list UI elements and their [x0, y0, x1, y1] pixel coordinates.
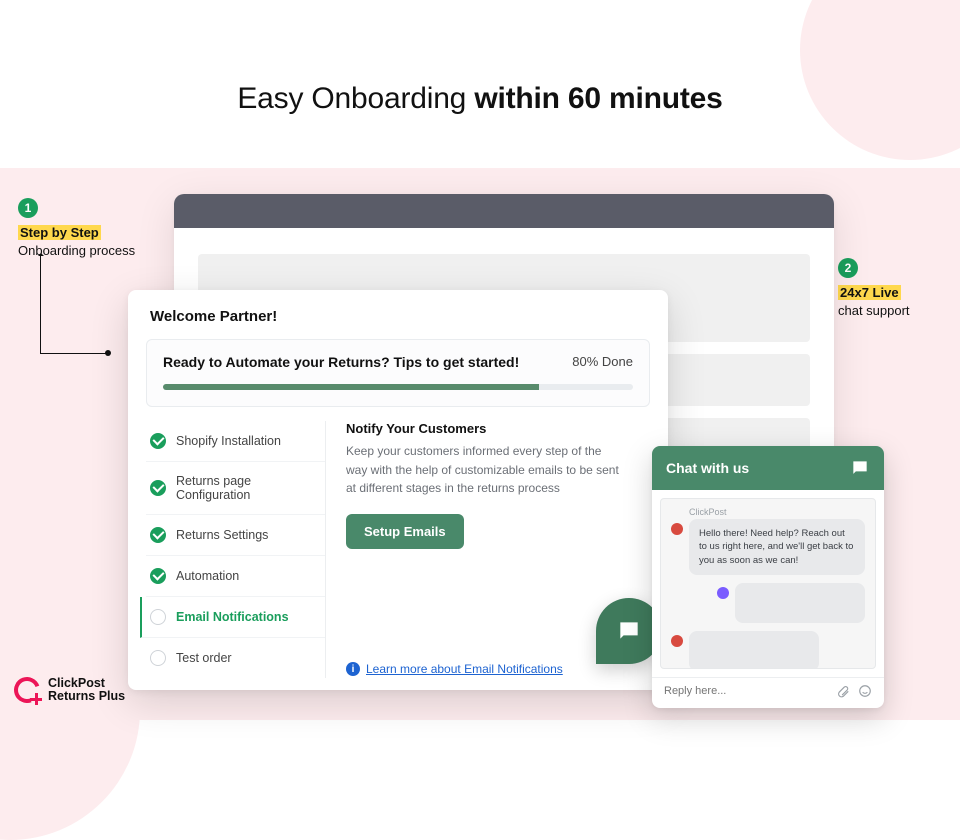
avatar — [671, 635, 683, 647]
callout-step-2: 2 24x7 Live chat support — [838, 258, 910, 319]
detail-body: Keep your customers informed every step … — [346, 442, 626, 498]
progress-bar-fill — [163, 384, 539, 390]
headline-light: Easy Onboarding — [237, 82, 474, 115]
onboarding-card: Welcome Partner! Ready to Automate your … — [128, 290, 668, 690]
callout2-highlight: 24x7 Live — [838, 285, 901, 300]
brand-text: ClickPost Returns Plus — [48, 677, 125, 705]
brand-lockup: ClickPost Returns Plus — [14, 677, 125, 705]
brand-logo-icon — [14, 677, 40, 703]
chat-body: ClickPost Hello there! Need help? Reach … — [660, 498, 876, 669]
step-label: Returns page Configuration — [176, 474, 315, 502]
chat-title: Chat with us — [666, 460, 749, 476]
attachment-icon[interactable] — [836, 684, 850, 698]
onboarding-steps-list: Shopify Installation Returns page Configu… — [146, 421, 326, 678]
learn-more-link[interactable]: Learn more about Email Notifications — [366, 662, 563, 676]
check-circle-icon — [150, 480, 166, 496]
detail-title: Notify Your Customers — [346, 421, 644, 436]
step-label: Test order — [176, 651, 232, 665]
step-label: Email Notifications — [176, 610, 289, 624]
callout-step-1: 1 Step by Step Onboarding process — [18, 198, 135, 259]
connector-arrow-1 — [40, 254, 110, 354]
headline-bold: within 60 minutes — [474, 82, 722, 115]
step-label: Automation — [176, 569, 239, 583]
chat-panel: Chat with us ClickPost Hello there! Need… — [652, 446, 884, 708]
chat-reply-input[interactable] — [664, 685, 828, 697]
chat-message-placeholder — [735, 583, 865, 623]
step-badge-2: 2 — [838, 258, 858, 278]
welcome-heading: Welcome Partner! — [128, 290, 668, 331]
check-circle-icon — [150, 527, 166, 543]
brand-line1: ClickPost — [48, 677, 125, 691]
tips-title: Ready to Automate your Returns? Tips to … — [163, 354, 633, 370]
step-label: Returns Settings — [176, 528, 268, 542]
browser-titlebar — [174, 194, 834, 228]
onboarding-step[interactable]: Test order — [146, 638, 325, 678]
brand-line2: Returns Plus — [48, 690, 125, 704]
onboarding-step[interactable]: Email Notifications — [140, 597, 325, 638]
chat-message: Hello there! Need help? Reach out to us … — [689, 519, 865, 575]
page-title: Easy Onboarding within 60 minutes — [0, 82, 960, 116]
callout2-text: chat support — [838, 302, 910, 320]
chat-sender: ClickPost — [689, 507, 865, 517]
progress-label: 80% Done — [572, 354, 633, 369]
bg-blob-top-right — [800, 0, 960, 160]
avatar — [671, 523, 683, 535]
emoji-icon[interactable] — [858, 684, 872, 698]
chat-icon — [850, 458, 870, 478]
radio-icon — [150, 650, 166, 666]
avatar — [717, 587, 729, 599]
check-circle-icon — [150, 568, 166, 584]
onboarding-step[interactable]: Shopify Installation — [146, 421, 325, 462]
chat-header: Chat with us — [652, 446, 884, 490]
chat-message-placeholder — [689, 631, 819, 669]
onboarding-step[interactable]: Returns Settings — [146, 515, 325, 556]
chat-input-row — [652, 677, 884, 708]
check-circle-icon — [150, 433, 166, 449]
chat-icon — [616, 618, 642, 644]
learn-more-row: i Learn more about Email Notifications — [346, 662, 563, 676]
radio-icon — [150, 609, 166, 625]
tips-box: Ready to Automate your Returns? Tips to … — [146, 339, 650, 407]
onboarding-step[interactable]: Automation — [146, 556, 325, 597]
step-label: Shopify Installation — [176, 434, 281, 448]
progress-bar — [163, 384, 633, 390]
info-icon: i — [346, 662, 360, 676]
onboarding-step[interactable]: Returns page Configuration — [146, 462, 325, 515]
callout1-highlight: Step by Step — [18, 225, 101, 240]
step-badge-1: 1 — [18, 198, 38, 218]
setup-emails-button[interactable]: Setup Emails — [346, 514, 464, 549]
